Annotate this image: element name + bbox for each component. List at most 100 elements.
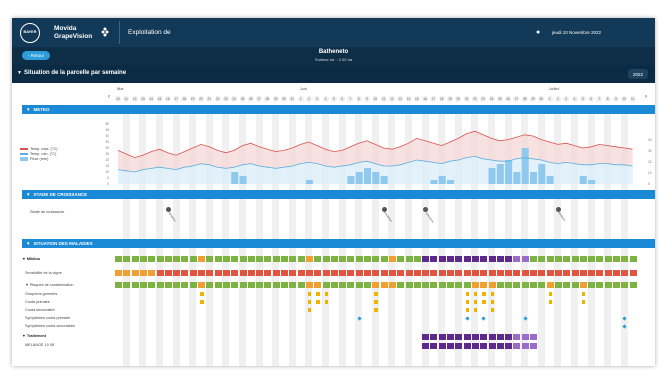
sensibility-cell[interactable] — [314, 270, 322, 276]
mildiou-cell[interactable] — [505, 256, 513, 262]
mildiou-cell[interactable] — [281, 256, 288, 262]
sensibility-cell[interactable] — [505, 270, 513, 276]
treatment-product-cell[interactable] — [455, 343, 463, 349]
risk-cell[interactable] — [546, 282, 554, 288]
treatment-product-cell[interactable] — [422, 343, 430, 349]
sensibility-cell[interactable] — [430, 270, 438, 276]
sensibility-cell[interactable] — [405, 270, 413, 276]
treatment-product-cell[interactable] — [471, 343, 479, 349]
mildiou-cell[interactable] — [256, 256, 264, 262]
mildiou-cell[interactable] — [388, 256, 396, 262]
risk-cell[interactable] — [305, 282, 313, 288]
treatment-cell[interactable] — [455, 334, 463, 340]
treatment-cell[interactable] — [480, 334, 488, 340]
contamination-marker[interactable] — [374, 308, 378, 312]
day-label[interactable]: 7 — [596, 96, 603, 102]
day-label[interactable]: 5 — [579, 96, 586, 102]
sensibility-cell[interactable] — [198, 270, 205, 276]
sensibility-cell[interactable] — [613, 270, 620, 276]
treatment-product-cell[interactable] — [447, 343, 454, 349]
risk-cell[interactable] — [131, 282, 139, 288]
sensibility-cell[interactable] — [629, 270, 637, 276]
treatment-product-cell[interactable] — [430, 343, 438, 349]
mildiou-cell[interactable] — [596, 256, 604, 262]
risk-cell[interactable] — [181, 282, 189, 288]
sensibility-cell[interactable] — [247, 270, 255, 276]
sensibility-cell[interactable] — [380, 270, 388, 276]
contamination-marker[interactable] — [324, 300, 328, 304]
mildiou-cell[interactable] — [554, 256, 562, 262]
day-label[interactable]: 9 — [364, 96, 370, 102]
sensibility-cell[interactable] — [206, 270, 214, 276]
sensibility-cell[interactable] — [438, 270, 446, 276]
day-label[interactable]: 1 — [297, 96, 304, 102]
contamination-marker[interactable] — [548, 292, 553, 296]
croissance-header[interactable]: ▼ STADE DE CROISSANCE — [22, 190, 655, 199]
risk-cell[interactable] — [554, 282, 562, 288]
risk-cell[interactable] — [139, 282, 147, 288]
mildiou-cell[interactable] — [538, 256, 546, 262]
day-label[interactable]: 17 — [173, 96, 180, 102]
disease-row-label[interactable]: ▼ Traitement — [22, 334, 46, 338]
sensibility-cell[interactable] — [173, 270, 181, 276]
day-label[interactable]: 21 — [463, 96, 470, 102]
mildiou-cell[interactable] — [480, 256, 488, 262]
day-label[interactable]: 14 — [405, 96, 412, 102]
chevron-down-icon[interactable]: ▼ — [17, 70, 22, 76]
treatment-product-cell[interactable] — [513, 343, 521, 349]
sensibility-cell[interactable] — [264, 270, 272, 276]
mildiou-cell[interactable] — [148, 256, 156, 262]
contamination-marker[interactable] — [307, 292, 312, 296]
sensibility-cell[interactable] — [364, 270, 371, 276]
mildiou-cell[interactable] — [563, 256, 571, 262]
risk-cell[interactable] — [314, 282, 322, 288]
treatment-product-cell[interactable] — [480, 343, 488, 349]
contamination-marker[interactable] — [465, 292, 470, 296]
sensibility-cell[interactable] — [222, 270, 230, 276]
mildiou-cell[interactable] — [463, 256, 471, 262]
day-label[interactable]: 20 — [455, 96, 462, 102]
sensibility-cell[interactable] — [305, 270, 313, 276]
sensibility-cell[interactable] — [181, 270, 189, 276]
sensibility-cell[interactable] — [256, 270, 264, 276]
mildiou-cell[interactable] — [621, 256, 629, 262]
day-label[interactable]: 31 — [289, 96, 296, 102]
mildiou-cell[interactable] — [222, 256, 230, 262]
day-label[interactable]: 6 — [588, 96, 595, 102]
treatment-cell[interactable] — [471, 334, 479, 340]
day-label[interactable]: 13 — [139, 96, 146, 102]
mildiou-cell[interactable] — [198, 256, 205, 262]
risk-cell[interactable] — [629, 282, 637, 288]
mildiou-cell[interactable] — [305, 256, 313, 262]
risk-cell[interactable] — [405, 282, 413, 288]
risk-cell[interactable] — [613, 282, 620, 288]
risk-cell[interactable] — [621, 282, 629, 288]
treatment-product-cell[interactable] — [463, 343, 471, 349]
risk-cell[interactable] — [604, 282, 612, 288]
sensibility-cell[interactable] — [330, 270, 338, 276]
risk-cell[interactable] — [563, 282, 571, 288]
contamination-marker[interactable] — [473, 308, 478, 312]
sensibility-cell[interactable] — [554, 270, 562, 276]
sensibility-cell[interactable] — [538, 270, 546, 276]
bell-icon[interactable]: ● — [536, 29, 540, 36]
day-label[interactable]: 24 — [231, 96, 238, 102]
day-label[interactable]: 30 — [538, 96, 545, 102]
treatment-product-cell[interactable] — [521, 343, 529, 349]
mildiou-cell[interactable] — [314, 256, 322, 262]
risk-cell[interactable] — [496, 282, 504, 288]
risk-cell[interactable] — [513, 282, 521, 288]
sensibility-cell[interactable] — [123, 270, 131, 276]
day-label[interactable]: 22 — [471, 96, 478, 102]
sensibility-cell[interactable] — [413, 270, 421, 276]
day-label[interactable]: 19 — [447, 96, 453, 102]
day-label[interactable]: 27 — [256, 96, 263, 102]
sensibility-cell[interactable] — [355, 270, 363, 276]
risk-cell[interactable] — [521, 282, 529, 288]
sensibility-cell[interactable] — [272, 270, 280, 276]
day-label[interactable]: 27 — [513, 96, 520, 102]
risk-cell[interactable] — [471, 282, 479, 288]
maladies-header[interactable]: ▼ SITUATION DES MALADIES — [22, 239, 655, 248]
mildiou-cell[interactable] — [214, 256, 222, 262]
meteo-header[interactable]: ▼ METEO — [22, 105, 655, 114]
